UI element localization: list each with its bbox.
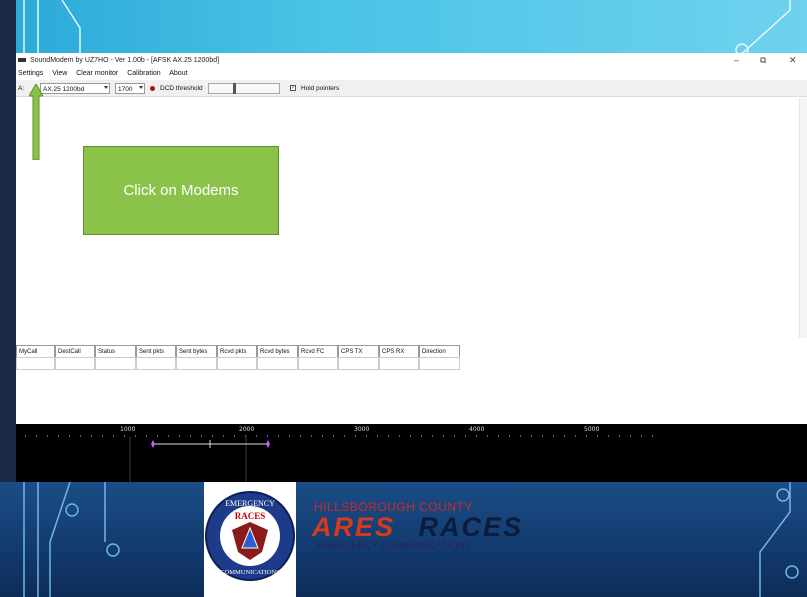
dcd-threshold-slider[interactable]	[208, 83, 280, 94]
minimize-button[interactable]: –	[734, 53, 739, 68]
col-status[interactable]: Status	[95, 345, 136, 357]
menu-clear-monitor[interactable]: Clear monitor	[76, 70, 118, 77]
spectrum-waterfall[interactable]: 1000 2000 3000 4000 5000	[16, 424, 807, 482]
col-cps-tx[interactable]: CPS TX	[338, 345, 379, 357]
checkbox-checked-icon: ✓	[290, 85, 296, 92]
col-cps-rx[interactable]: CPS RX	[379, 345, 419, 357]
table-row[interactable]	[16, 357, 460, 370]
top-decorative-band	[0, 0, 807, 60]
spinner-arrows-icon	[139, 86, 143, 89]
col-rcvd-pkts[interactable]: Rcvd pkts	[217, 345, 257, 357]
menu-view[interactable]: View	[52, 70, 67, 77]
app-icon	[18, 58, 26, 63]
col-destcall[interactable]: DestCall	[55, 345, 95, 357]
hold-pointers-label: Hold pointers	[301, 85, 340, 92]
menu-settings[interactable]: Settings	[18, 70, 43, 77]
red-dot-icon	[150, 85, 155, 91]
brand-subtitle: EMERGENCY COMMUNICATIONS	[316, 540, 472, 550]
bandwidth-markers	[129, 436, 270, 482]
frequency-spinner[interactable]: 1700	[115, 83, 145, 94]
emblem-mid-text: RACES	[235, 511, 266, 521]
chevron-down-icon	[104, 86, 108, 89]
frequency-value: 1700	[118, 86, 133, 93]
emblem-bottom-text: COMMUNICATIONS	[220, 569, 280, 576]
col-direction[interactable]: Direction	[419, 345, 460, 357]
window-title: SoundModem by UZ7HO - Ver 1.00b - [AFSK …	[29, 57, 220, 64]
col-sent-bytes[interactable]: Sent bytes	[176, 345, 217, 357]
slide: SoundModem by UZ7HO - Ver 1.00b - [AFSK …	[0, 0, 807, 597]
races-emblem: EMERGENCY RACES COMMUNICATIONS	[204, 482, 296, 597]
dcd-threshold-label: DCD threshold	[160, 85, 203, 92]
dcd-indicator	[150, 83, 155, 94]
up-arrow-icon	[29, 84, 43, 160]
emblem-top-text: EMERGENCY	[225, 499, 275, 508]
col-rcvd-bytes[interactable]: Rcvd bytes	[257, 345, 298, 357]
instruction-callout: Click on Modems	[83, 146, 279, 235]
soundmodem-window: SoundModem by UZ7HO - Ver 1.00b - [AFSK …	[16, 53, 807, 483]
menu-calibration[interactable]: Calibration	[127, 70, 160, 77]
connections-table-header: MyCall DestCall Status Sent pkts Sent by…	[16, 345, 460, 357]
modem-select[interactable]: AX.25 1200bd	[40, 83, 110, 94]
monitor-scrollbar[interactable]	[799, 98, 807, 338]
hold-pointers-checkbox[interactable]: ✓	[290, 83, 296, 94]
circuit-lines-decoration	[23, 0, 791, 60]
col-rcvd-fc[interactable]: Rcvd FC	[298, 345, 338, 357]
modem-select-value: AX.25 1200bd	[43, 86, 85, 93]
races-wordmark: RACES	[418, 512, 524, 542]
col-mycall[interactable]: MyCall	[16, 345, 55, 357]
slider-thumb[interactable]	[233, 83, 236, 94]
channel-label: A:	[18, 85, 25, 92]
toolbar: A: AX.25 1200bd 1700 DCD threshold ✓ Hol…	[16, 80, 807, 97]
brand-wordmark: ARES RACES	[312, 512, 523, 543]
ares-wordmark: ARES	[312, 512, 396, 542]
col-sent-pkts[interactable]: Sent pkts	[136, 345, 176, 357]
close-button[interactable]: ✕	[789, 53, 797, 68]
menu-about[interactable]: About	[169, 70, 187, 77]
restore-button[interactable]: ⧉	[760, 53, 766, 68]
title-bar: SoundModem by UZ7HO - Ver 1.00b - [AFSK …	[16, 53, 807, 68]
callout-text: Click on Modems	[123, 182, 239, 199]
menu-bar: Settings View Clear monitor Calibration …	[16, 68, 807, 80]
